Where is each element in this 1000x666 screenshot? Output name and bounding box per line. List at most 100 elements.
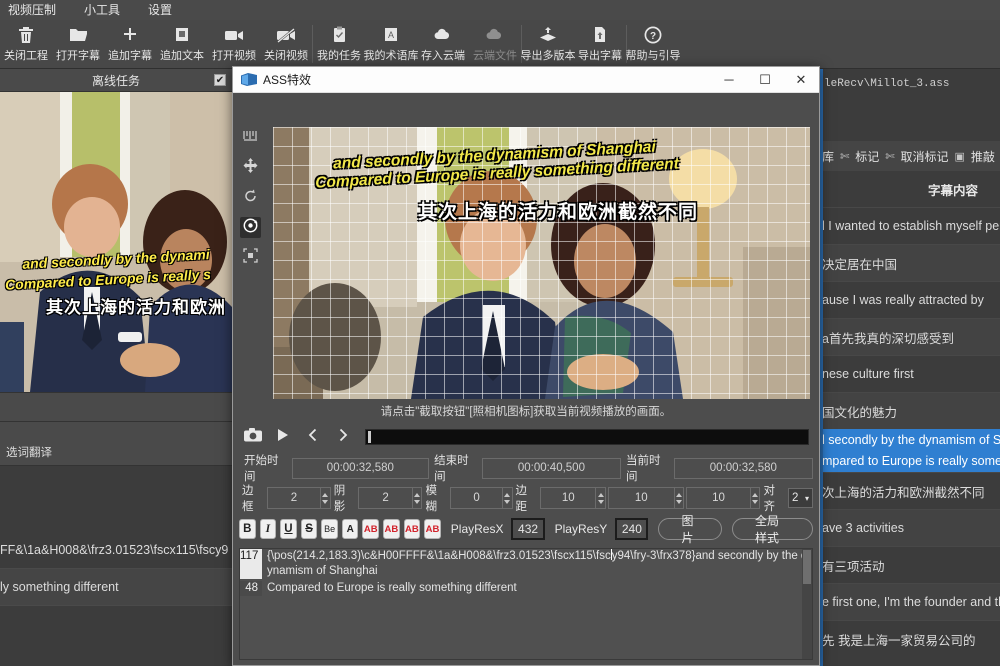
capture-button[interactable]: [239, 424, 267, 450]
margin-right-input[interactable]: 10: [608, 487, 675, 509]
table-row[interactable]: nese culture first: [820, 355, 1000, 392]
start-time-field[interactable]: 00:00:32,580: [292, 458, 429, 479]
scale-ruler-icon-button[interactable]: [240, 127, 261, 148]
line-number: 117: [240, 549, 262, 579]
table-row[interactable]: l I wanted to establish myself per: [820, 207, 1000, 244]
border-input[interactable]: 2: [267, 487, 322, 509]
seek-bar[interactable]: [365, 429, 809, 445]
left-video-preview[interactable]: and secondly by the dynami Compared to E…: [0, 92, 232, 392]
editor-line-text[interactable]: {\pos(214.2,183.3)\c&H00FFFF&\1a&H008&\f…: [262, 549, 812, 579]
mark-button[interactable]: 标记: [855, 148, 879, 165]
crop-frame-icon-button[interactable]: [240, 247, 261, 268]
border-stepper[interactable]: [321, 487, 331, 509]
margin-left-stepper[interactable]: [596, 487, 606, 509]
toolbar-help-guide[interactable]: ? 帮助与引导: [627, 20, 679, 69]
menu-item-tools[interactable]: 小工具: [70, 0, 134, 20]
margin-left-input[interactable]: 10: [540, 487, 596, 509]
dialog-title: ASS特效: [263, 71, 311, 88]
toolbar-export-subtitle[interactable]: 导出字幕: [574, 20, 626, 69]
editor-line-text[interactable]: Compared to Europe is really something d…: [262, 581, 812, 596]
crop-frame-icon: [243, 248, 258, 268]
svg-text:?: ?: [650, 31, 656, 42]
toolbar-append-text[interactable]: 追加文本: [156, 20, 208, 69]
ass-code-editor[interactable]: 117 {\pos(214.2,183.3)\c&H00FFFF&\1a&H00…: [239, 548, 813, 660]
toolbar-open-subtitle[interactable]: 打开字幕: [52, 20, 104, 69]
maximize-button[interactable]: ☐: [747, 67, 783, 93]
table-row-selected[interactable]: l secondly by the dynamism of Sh: [820, 429, 1000, 450]
menu-item-settings[interactable]: 设置: [134, 0, 186, 20]
play-button[interactable]: [269, 424, 297, 450]
toolbar-append-subtitle[interactable]: 追加字幕: [104, 20, 156, 69]
table-row[interactable]: ave 3 activities: [820, 509, 1000, 546]
toolbar-my-glossary[interactable]: A 我的术语库: [365, 20, 417, 69]
close-button[interactable]: ✕: [783, 67, 819, 93]
strikethrough-button[interactable]: S: [301, 519, 318, 539]
margin-vertical-stepper[interactable]: [751, 487, 761, 509]
italic-button[interactable]: I: [260, 519, 277, 539]
margin-right-stepper[interactable]: [675, 487, 685, 509]
bold-button[interactable]: B: [239, 519, 256, 539]
folder-open-icon: [69, 26, 88, 44]
editor-line[interactable]: 48 Compared to Europe is really somethin…: [240, 581, 812, 596]
editor-scrollbar-thumb[interactable]: [803, 550, 811, 584]
list-item[interactable]: ly something different: [0, 569, 232, 606]
clipboard-icon: [332, 26, 347, 44]
toolbar-export-multi-version[interactable]: 导出多版本: [522, 20, 574, 69]
video-preview-canvas[interactable]: and secondly by the dynamism of Shanghai…: [273, 127, 810, 399]
offline-task-checkbox[interactable]: ✔: [214, 74, 226, 86]
align-select[interactable]: 2 ▾: [788, 488, 813, 508]
file-path-label: leRecv\Millot_3.ass: [820, 69, 1000, 99]
table-row[interactable]: a首先我真的深切感受到: [820, 318, 1000, 355]
table-row[interactable]: 国文化的魅力: [820, 392, 1000, 429]
seek-thumb[interactable]: [368, 431, 371, 443]
toolbar-my-tasks[interactable]: 我的任务: [313, 20, 365, 69]
global-style-button[interactable]: 全局样式: [732, 518, 813, 540]
table-row[interactable]: ause I was really attracted by: [820, 281, 1000, 318]
table-row[interactable]: e first one, I'm the founder and th: [820, 583, 1000, 620]
secondary-color-button[interactable]: AB: [383, 519, 400, 539]
underline-button[interactable]: U: [280, 519, 297, 539]
playresy-input[interactable]: 240: [615, 518, 648, 540]
move-icon-button[interactable]: [240, 157, 261, 178]
unmark-button[interactable]: 取消标记: [900, 148, 948, 165]
table-row-selected[interactable]: mpared to Europe is really someth: [820, 450, 1000, 472]
right-panel: leRecv\Millot_3.ass 库 ✄ 标记 ✄ 取消标记 ▣ 推敲 字…: [820, 69, 1000, 666]
table-row[interactable]: 次上海的活力和欧洲截然不同: [820, 472, 1000, 509]
table-row[interactable]: 决定居在中国: [820, 244, 1000, 281]
table-row[interactable]: 有三项活动: [820, 546, 1000, 583]
dialog-title-bar[interactable]: ASS特效 ─ ☐ ✕: [233, 67, 819, 93]
outline-color-button[interactable]: AB: [404, 519, 421, 539]
toolbar-close-project[interactable]: 关闭工程: [0, 20, 52, 69]
next-frame-button[interactable]: [329, 424, 357, 450]
playresx-input[interactable]: 432: [511, 518, 544, 540]
current-time-field[interactable]: 00:00:32,580: [674, 458, 813, 479]
move-icon: [243, 158, 258, 178]
editor-scrollbar[interactable]: [802, 549, 812, 660]
menu-item-video-compress[interactable]: 视频压制: [0, 0, 70, 20]
refine-button[interactable]: 推敲: [971, 148, 995, 165]
table-row[interactable]: 先 我是上海一家贸易公司的: [820, 620, 1000, 657]
shadow-color-button[interactable]: AB: [424, 519, 441, 539]
primary-color-button[interactable]: AB: [362, 519, 379, 539]
blur-input[interactable]: 0: [450, 487, 503, 509]
minimize-button[interactable]: ─: [711, 67, 747, 93]
toolbar-open-video[interactable]: 打开视频: [208, 20, 260, 69]
blur-stepper[interactable]: [503, 487, 513, 509]
toolbar-save-to-cloud[interactable]: 存入云端: [417, 20, 469, 69]
margin-vertical-input[interactable]: 10: [686, 487, 751, 509]
toolbar-close-video[interactable]: 关闭视频: [260, 20, 312, 69]
end-time-field[interactable]: 00:00:40,500: [482, 458, 621, 479]
rotate-3d-icon-button[interactable]: [240, 217, 261, 238]
previous-frame-button[interactable]: [299, 424, 327, 450]
image-button[interactable]: 图片: [658, 518, 722, 540]
word-translate-label[interactable]: 选词翻译: [6, 444, 52, 460]
list-item[interactable]: FF&\1a&H008&\frz3.01523\fscx115\fscy9: [0, 532, 232, 569]
playresy-label: PlayResY: [555, 522, 608, 536]
shadow-input[interactable]: 2: [358, 487, 413, 509]
blur-edge-button[interactable]: Be: [321, 519, 338, 539]
rotate-ccw-icon-button[interactable]: [240, 187, 261, 208]
editor-line[interactable]: 117 {\pos(214.2,183.3)\c&H00FFFF&\1a&H00…: [240, 549, 812, 579]
font-size-button[interactable]: A: [342, 519, 359, 539]
shadow-stepper[interactable]: [413, 487, 423, 509]
toolbar-cloud-files[interactable]: 云端文件: [469, 20, 521, 69]
